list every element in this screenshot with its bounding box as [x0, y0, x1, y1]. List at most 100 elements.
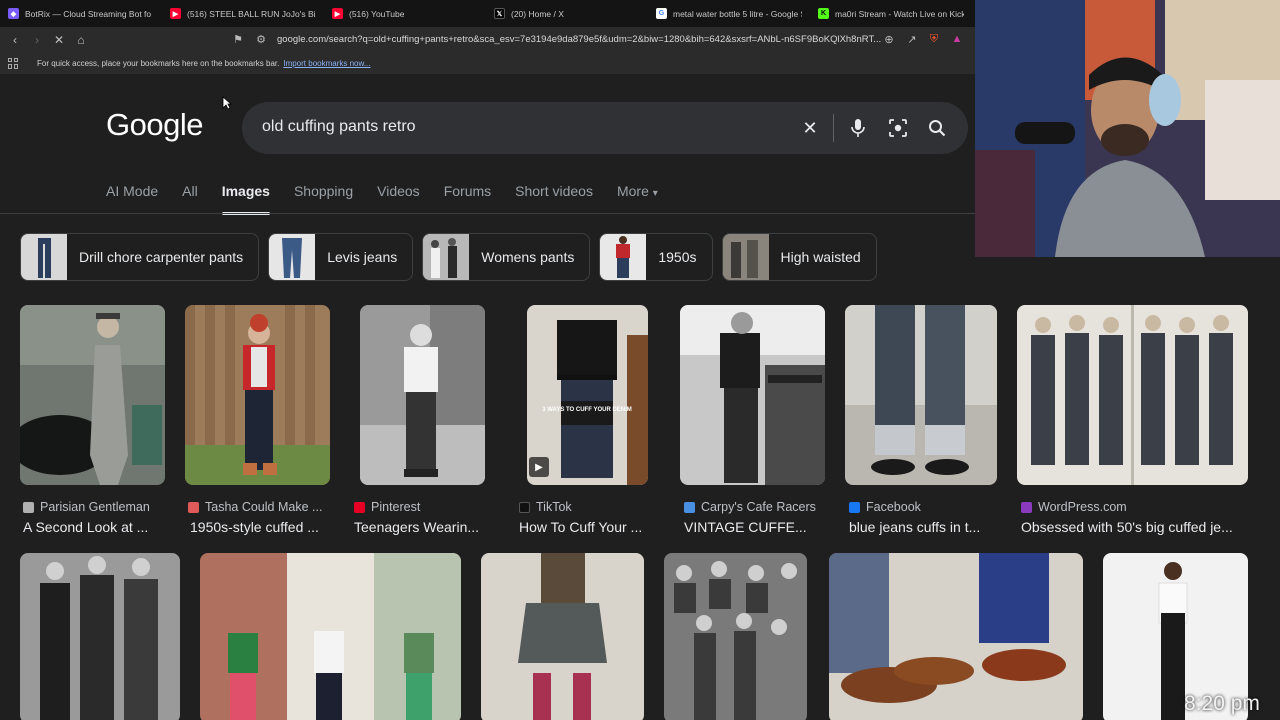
browser-tab[interactable]: 𝕏 (20) Home / X — [486, 0, 648, 27]
tab-title: ma0ri Stream - Watch Live on Kick — [835, 8, 964, 19]
chip-label: Drill chore carpenter pants — [79, 249, 244, 265]
tab-title: (516) YouTube — [349, 8, 405, 19]
tab-ai-mode[interactable]: AI Mode — [106, 183, 158, 209]
share-icon[interactable]: ↗ — [905, 32, 919, 46]
forward-icon[interactable]: › — [27, 30, 47, 50]
browser-tab[interactable]: Gmetal water bottle 5 litre - Google Se — [648, 0, 810, 27]
tab-title: (20) Home / X — [511, 8, 564, 19]
search-box[interactable]: old cuffing pants retro ✕ — [242, 102, 968, 154]
chip[interactable]: Womens pants — [422, 233, 591, 281]
result-caption[interactable]: Teenagers Wearin... — [354, 519, 494, 535]
browser-tab[interactable]: ▶ (516) YouTube — [324, 0, 486, 27]
youtube-icon: ▶ — [170, 8, 181, 19]
result-source[interactable]: TikTok — [519, 500, 572, 514]
chip[interactable]: Drill chore carpenter pants — [20, 233, 260, 281]
result-source-name: TikTok — [536, 500, 572, 514]
tab-forums[interactable]: Forums — [444, 183, 491, 209]
tasha-favicon — [188, 501, 199, 513]
result-image[interactable] — [680, 305, 825, 485]
clear-search-icon[interactable]: ✕ — [798, 116, 822, 140]
play-icon: ▶ — [529, 457, 549, 477]
chip-thumbnail — [423, 234, 470, 280]
import-bookmarks-link[interactable]: Import bookmarks now... — [283, 59, 370, 68]
botrix-icon: ◆ — [8, 8, 19, 19]
result-source-name: Pinterest — [371, 500, 421, 514]
browser-tab-bar: ◆ BotRix — Cloud Streaming Bot fo ▶ (516) … — [0, 0, 975, 27]
parisian-gentleman-favicon — [23, 501, 34, 513]
result-image[interactable] — [185, 305, 330, 485]
result-caption[interactable]: Obsessed with 50's big cuffed je... — [1021, 519, 1248, 535]
result-caption[interactable]: VINTAGE CUFFE... — [684, 519, 824, 535]
google-logo[interactable]: Google — [106, 107, 203, 143]
result-caption[interactable]: A Second Look at ... — [23, 519, 168, 535]
home-icon[interactable]: ⌂ — [71, 30, 91, 50]
back-icon[interactable]: ‹ — [5, 30, 25, 50]
result-source-name: Tasha Could Make ... — [205, 500, 323, 514]
bookmark-icon[interactable]: ⚑ — [231, 32, 245, 46]
tab-all[interactable]: All — [182, 183, 198, 209]
result-image[interactable] — [829, 553, 1083, 720]
search-nav-tabs: AI Mode All Images Shopping Videos Forum… — [106, 183, 682, 215]
pinterest-icon — [354, 501, 365, 513]
tab-title: BotRix — Cloud Streaming Bot fo — [25, 8, 152, 19]
apps-grid-icon[interactable] — [8, 57, 19, 69]
browser-tab[interactable]: ◆ BotRix — Cloud Streaming Bot fo — [0, 0, 162, 27]
result-caption[interactable]: How To Cuff Your ... — [519, 519, 659, 535]
result-image[interactable] — [20, 305, 165, 485]
tab-images[interactable]: Images — [221, 183, 271, 215]
result-image[interactable]: 3 WAYS TO CUFF YOUR DENIM ▶ — [527, 305, 648, 485]
chip-thumbnail — [21, 234, 67, 280]
browser-tab[interactable]: ▶ (516) STEEL BALL RUN JoJo's Bizarre — [162, 0, 324, 27]
tab-more[interactable]: More ▾ — [617, 183, 658, 209]
search-input[interactable]: old cuffing pants retro — [262, 118, 416, 136]
zoom-icon[interactable]: ⊕ — [882, 32, 896, 46]
tab-short-videos[interactable]: Short videos — [515, 183, 593, 209]
chip-label: Womens pants — [481, 249, 575, 265]
microphone-icon[interactable] — [846, 116, 870, 140]
browser-tab[interactable]: Kma0ri Stream - Watch Live on Kick — [810, 0, 972, 27]
chip-label: Levis jeans — [327, 249, 398, 265]
stop-loading-icon[interactable]: ✕ — [49, 30, 69, 50]
result-image[interactable] — [360, 305, 485, 485]
clock-overlay: 8:20 pm — [1184, 692, 1260, 715]
result-source[interactable]: Facebook — [849, 500, 921, 514]
result-source[interactable]: Tasha Could Make ... — [188, 500, 322, 514]
result-image[interactable] — [664, 553, 807, 720]
result-image[interactable] — [845, 305, 997, 485]
result-source[interactable]: Pinterest — [354, 500, 420, 514]
result-source[interactable]: Carpy's Cafe Racers — [684, 500, 816, 514]
result-source-name: Parisian Gentleman — [40, 500, 150, 514]
result-image[interactable] — [481, 553, 644, 720]
brave-rewards-icon[interactable]: ▲ — [950, 32, 964, 46]
address-bar[interactable]: ⚑ ⚙ google.com/search?q=old+cuffing+pant… — [228, 29, 968, 50]
tab-title: metal water bottle 5 litre - Google Se — [673, 8, 802, 19]
google-icon: G — [656, 8, 667, 19]
url-text[interactable]: google.com/search?q=old+cuffing+pants+re… — [277, 34, 881, 45]
result-caption[interactable]: blue jeans cuffs in t... — [849, 519, 997, 535]
chip-thumbnail — [269, 234, 316, 280]
chip[interactable]: 1950s — [599, 233, 713, 281]
result-image[interactable] — [200, 553, 461, 720]
carpys-favicon — [684, 501, 695, 513]
screen: ◆ BotRix — Cloud Streaming Bot fo ▶ (516) … — [0, 0, 1280, 720]
result-image[interactable] — [20, 553, 180, 720]
lens-camera-icon[interactable] — [886, 116, 910, 140]
kick-icon: K — [818, 8, 829, 19]
brave-shield-icon[interactable]: ⛨ — [927, 32, 941, 46]
facebook-icon — [849, 501, 860, 513]
result-caption[interactable]: 1950s-style cuffed ... — [190, 519, 335, 535]
result-source[interactable]: Parisian Gentleman — [23, 500, 150, 514]
chip-label: 1950s — [658, 249, 697, 265]
site-info-icon[interactable]: ⚙ — [254, 32, 268, 46]
tiktok-overlay-text: 3 WAYS TO CUFF YOUR DENIM — [542, 407, 632, 413]
result-source[interactable]: WordPress.com — [1021, 500, 1127, 514]
tab-videos[interactable]: Videos — [377, 183, 420, 209]
x-icon: 𝕏 — [494, 8, 505, 19]
tab-shopping[interactable]: Shopping — [294, 183, 353, 209]
result-source-name: WordPress.com — [1038, 500, 1127, 514]
chip[interactable]: Levis jeans — [268, 233, 414, 281]
result-image[interactable] — [1017, 305, 1248, 485]
search-icon[interactable] — [925, 116, 949, 140]
chip-thumbnail — [600, 234, 647, 280]
chip[interactable]: High waisted — [721, 233, 877, 281]
